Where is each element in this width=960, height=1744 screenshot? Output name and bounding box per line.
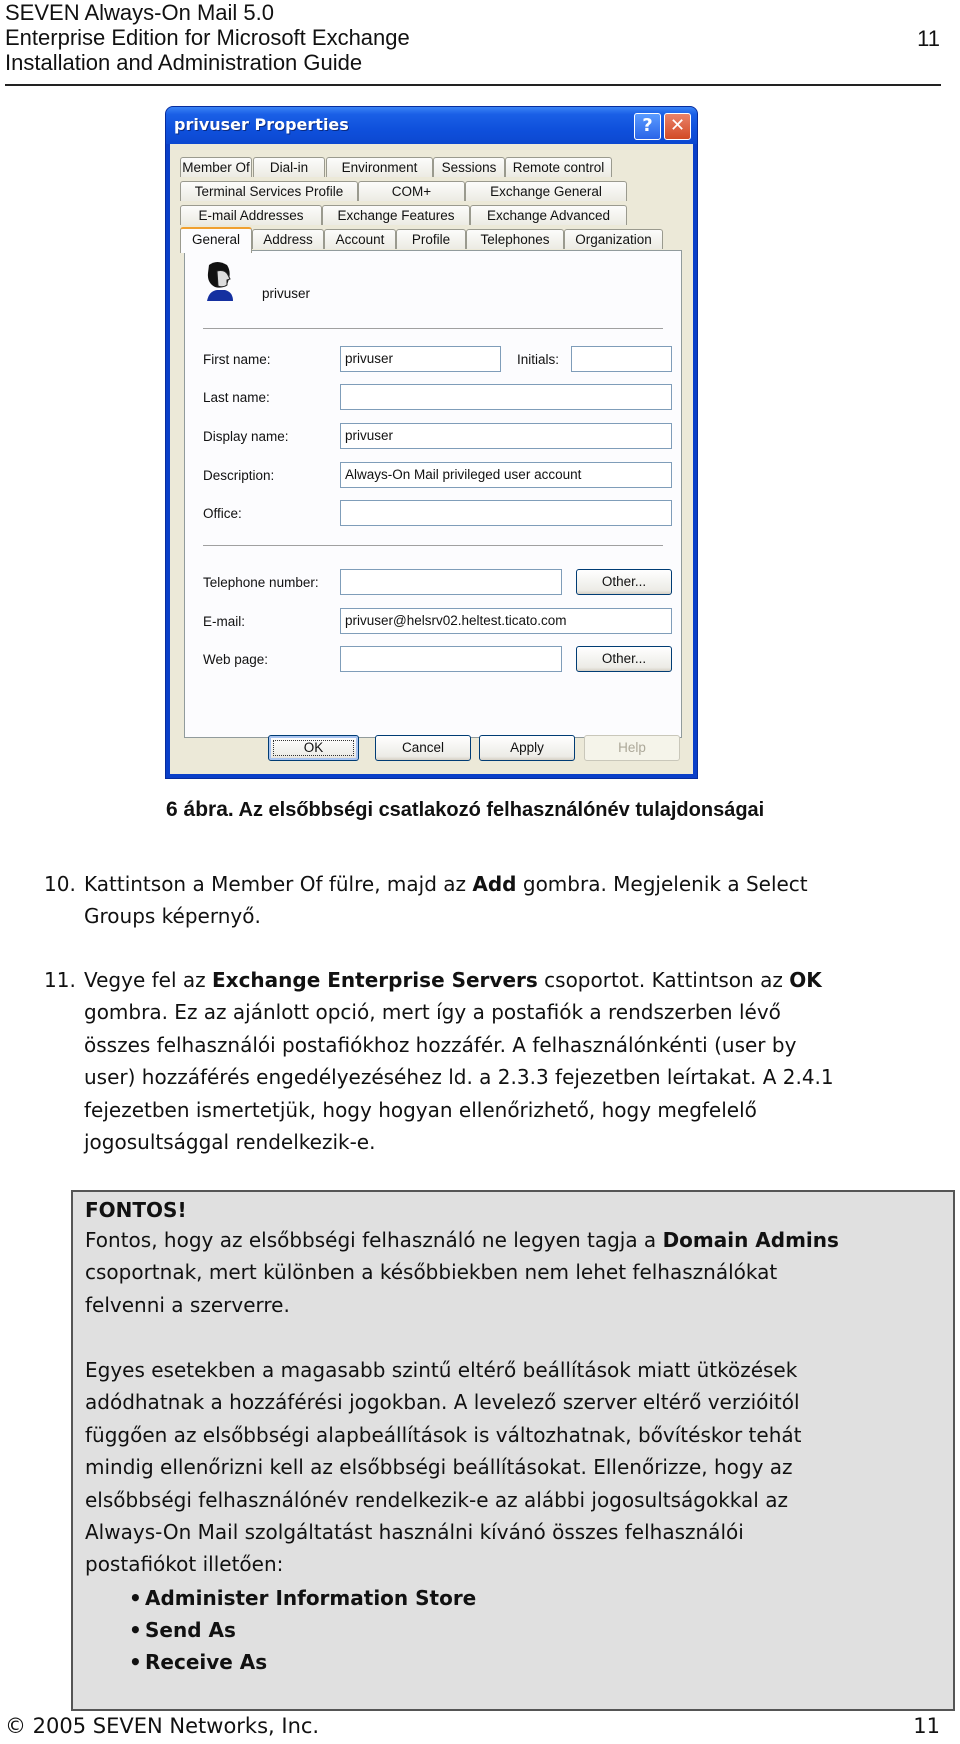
tab-environment[interactable]: Environment — [326, 157, 433, 177]
tab-remote-control[interactable]: Remote control — [505, 157, 612, 177]
display-name-label: Display name: — [203, 429, 289, 444]
general-tab-panel: privuser First name: privuser Initials: … — [184, 250, 682, 738]
bold-term: Add — [472, 872, 517, 896]
text-line: user) hozzáférés engedélyezéséhez ld. a … — [84, 1065, 834, 1090]
text-line: csoportnak, mert különben a későbbiekben… — [85, 1260, 778, 1285]
cancel-button[interactable]: Cancel — [375, 735, 471, 761]
web-page-other-button[interactable]: Other... — [576, 646, 672, 672]
text-line: postafiókot illetően: — [85, 1552, 284, 1577]
text-line: gombra. Ez az ajánlott opció, mert így a… — [84, 1000, 781, 1025]
user-avatar-icon — [207, 262, 233, 301]
tab-sessions[interactable]: Sessions — [433, 157, 505, 177]
user-display-name: privuser — [262, 286, 311, 301]
important-note-box: FONTOS! Fontos, hogy az elsőbbségi felha… — [71, 1190, 955, 1711]
bold-term: Exchange Enterprise Servers — [212, 968, 538, 992]
telephone-other-button[interactable]: Other... — [576, 569, 672, 595]
telephone-label: Telephone number: — [203, 575, 319, 590]
last-name-input[interactable] — [340, 384, 672, 410]
close-icon[interactable]: ✕ — [664, 113, 691, 140]
description-label: Description: — [203, 468, 275, 483]
tab-dial-in[interactable]: Dial-in — [253, 157, 325, 177]
text-line: Fontos, hogy az elsőbbségi felhasználó n… — [85, 1228, 839, 1252]
footer-page-number: 11 — [913, 1714, 940, 1738]
text-line: Groups képernyő. — [84, 904, 261, 929]
text-line: Egyes esetekben a magasabb szintű eltérő… — [85, 1358, 798, 1382]
dialog-titlebar[interactable]: privuser Properties ? ✕ — [166, 107, 697, 144]
separator — [203, 545, 663, 546]
telephone-input[interactable] — [340, 569, 562, 595]
step-number: 11. — [44, 968, 76, 992]
header-rule — [5, 84, 941, 86]
header-edition: Enterprise Edition for Microsoft Exchang… — [5, 25, 410, 50]
permission-name: Receive As — [145, 1650, 268, 1674]
office-label: Office: — [203, 506, 242, 521]
text-line: mindig ellenőrizni kell az elsőbbségi be… — [85, 1455, 793, 1480]
permission-bullet: • Administer Information Store — [129, 1586, 477, 1610]
header-guide-title: Installation and Administration Guide — [5, 50, 363, 75]
note-paragraph-2: Egyes esetekben a magasabb szintű eltérő… — [85, 1354, 801, 1581]
tab-terminal-services-profile[interactable]: Terminal Services Profile — [180, 181, 358, 201]
dialog-title: privuser Properties — [174, 115, 349, 134]
text-line: összes felhasználói postafiókhoz hozzáfé… — [84, 1032, 797, 1057]
email-input[interactable]: privuser@helsrv02.heltest.ticato.com — [340, 608, 672, 634]
tab-organization[interactable]: Organization — [564, 229, 663, 249]
permission-name: Send As — [145, 1618, 236, 1642]
tab-member-of[interactable]: Member Of — [180, 157, 252, 177]
email-label: E-mail: — [203, 614, 246, 629]
text-line: elsőbbségi felhasználónév rendelkezik-e … — [85, 1487, 788, 1512]
tab-exchange-advanced[interactable]: Exchange Advanced — [470, 205, 627, 225]
tab-general[interactable]: General — [180, 227, 252, 253]
note-paragraph-1: Fontos, hogy az elsőbbségi felhasználó n… — [85, 1224, 839, 1321]
tab-exchange-features[interactable]: Exchange Features — [322, 205, 470, 225]
separator — [203, 328, 663, 329]
figure-caption: 6 ábra. Az elsőbbségi csatlakozó felhasz… — [166, 798, 764, 822]
help-button[interactable]: Help — [584, 735, 680, 761]
tab-address[interactable]: Address — [252, 229, 324, 249]
step-number: 10. — [44, 872, 76, 896]
text-line: adódhatnak a hozzáférési jogokban. A lev… — [85, 1390, 800, 1415]
first-name-label: First name: — [203, 352, 271, 367]
web-page-input[interactable] — [340, 646, 562, 672]
tab-com[interactable]: COM+ — [358, 181, 465, 201]
footer-copyright: © 2005 SEVEN Networks, Inc. — [5, 1714, 320, 1738]
text-line: felvenni a szerverre. — [85, 1292, 290, 1317]
initials-input[interactable] — [571, 346, 672, 372]
ok-button[interactable]: OK — [268, 735, 359, 761]
last-name-label: Last name: — [203, 390, 270, 405]
text-line: Kattintson a Member Of fülre, majd az Ad… — [84, 872, 808, 896]
figure-caption-text: Az elsőbbségi csatlakozó felhasználónév … — [233, 799, 765, 821]
display-name-input[interactable]: privuser — [340, 423, 672, 449]
permission-name: Administer Information Store — [145, 1586, 477, 1610]
tab-e-mail-addresses[interactable]: E-mail Addresses — [180, 205, 322, 225]
permission-bullet: • Send As — [129, 1618, 236, 1642]
first-name-input[interactable]: privuser — [340, 346, 501, 372]
tab-account[interactable]: Account — [324, 229, 396, 249]
properties-dialog: privuser Properties ? ✕ Member Of Dial-in… — [166, 107, 697, 778]
permission-bullet: • Receive As — [129, 1650, 268, 1674]
dialog-body: Member Of Dial-in Environment Sessions Remot… — [170, 144, 693, 774]
office-input[interactable] — [340, 500, 672, 526]
text-line: jogosultsággal rendelkezik-e. — [84, 1130, 376, 1155]
apply-button[interactable]: Apply — [479, 735, 575, 761]
note-title: FONTOS! — [85, 1198, 187, 1222]
bold-term: Domain Admins — [662, 1228, 839, 1252]
tab-exchange-general[interactable]: Exchange General — [465, 181, 627, 201]
initials-label: Initials: — [517, 352, 560, 367]
text-line: Always-On Mail szolgáltatást használni k… — [85, 1520, 744, 1545]
header-page-number: 11 — [917, 26, 940, 51]
text-line: függően az elsőbbségi alapbeállítások is… — [85, 1422, 802, 1447]
step-10-text: Kattintson a Member Of fülre, majd az Ad… — [84, 868, 808, 933]
description-input[interactable]: Always-On Mail privileged user account — [340, 462, 672, 488]
web-page-label: Web page: — [203, 652, 269, 667]
step-11-text: Vegye fel az Exchange Enterprise Servers… — [84, 964, 834, 1158]
help-icon[interactable]: ? — [634, 113, 661, 140]
bold-term: OK — [789, 968, 822, 992]
tab-telephones[interactable]: Telephones — [466, 229, 564, 249]
tab-profile[interactable]: Profile — [396, 229, 466, 249]
text-line: fejezetben ismertetjük, hogy hogyan elle… — [84, 1097, 757, 1122]
header-product: SEVEN Always-On Mail 5.0 — [5, 0, 274, 25]
text-line: Vegye fel az Exchange Enterprise Servers… — [84, 968, 822, 992]
figure-number: 6 ábra. — [166, 798, 234, 821]
